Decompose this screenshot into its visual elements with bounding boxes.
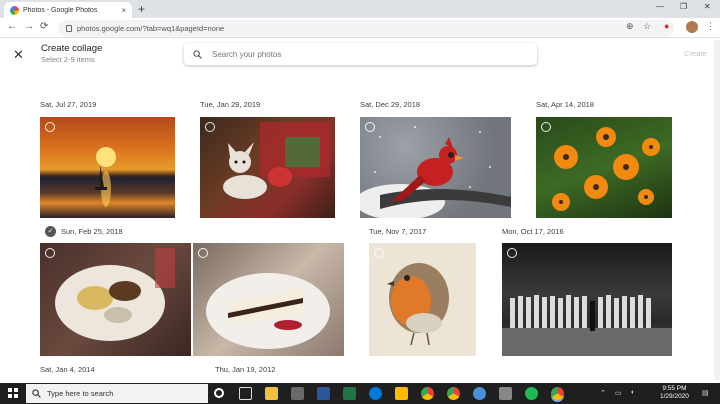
search-box[interactable]	[184, 43, 537, 65]
search-icon	[193, 49, 202, 59]
select-circle-icon[interactable]	[45, 122, 55, 132]
notifications-icon[interactable]: ▤	[702, 389, 709, 397]
date-heading: Sat, Jul 27, 2019	[40, 100, 97, 109]
browser-tab-strip: Photos - Google Photos × + — ❐ ✕	[0, 0, 720, 18]
photo-cardinal-snow[interactable]	[360, 117, 511, 218]
task-view-icon[interactable]	[239, 387, 252, 400]
clock-date: 1/29/2020	[660, 393, 689, 400]
windows-taskbar: Type here to search ⌃ ▭ ◖ 9:55 PM 1/29/2…	[0, 383, 720, 404]
forward-button[interactable]: →	[24, 21, 34, 32]
tab-close-icon[interactable]: ×	[121, 6, 126, 15]
network-icon[interactable]: ▭	[615, 389, 622, 397]
robin-image	[387, 263, 449, 346]
install-icon[interactable]: ⊕	[626, 21, 634, 32]
search-input[interactable]	[212, 49, 512, 59]
media-app-icon[interactable]	[265, 387, 278, 400]
browser-toolbar: ← → ⟳ photos.google.com/?tab=wq1&pageId=…	[0, 18, 720, 38]
sunset-image	[95, 147, 116, 207]
cortana-icon[interactable]	[214, 388, 224, 398]
select-circle-icon[interactable]	[45, 248, 55, 258]
edge-icon[interactable]	[369, 387, 382, 400]
window-close-button[interactable]: ✕	[704, 2, 711, 11]
photo-orange-flowers[interactable]	[536, 117, 672, 218]
tab-title: Photos - Google Photos	[23, 6, 98, 14]
reload-button[interactable]: ⟳	[40, 21, 48, 32]
date-heading: Sun, Feb 25, 2018	[61, 227, 123, 236]
date-heading: Sat, Apr 14, 2018	[536, 100, 594, 109]
photo-choir-stage[interactable]	[502, 243, 672, 356]
chrome-profile-icon[interactable]	[447, 387, 460, 400]
word-icon[interactable]	[317, 387, 330, 400]
search-icon	[32, 389, 41, 398]
screen: Photos - Google Photos × + — ❐ ✕ ← → ⟳ p…	[0, 0, 720, 404]
select-circle-icon[interactable]	[541, 122, 551, 132]
photo-cake-slice[interactable]	[193, 243, 344, 356]
date-heading: Sat, Dec 29, 2018	[360, 100, 421, 109]
back-button[interactable]: ←	[7, 21, 17, 32]
photo-dog-christmas[interactable]	[200, 117, 335, 218]
close-icon[interactable]: ✕	[13, 47, 24, 63]
window-maximize-button[interactable]: ❐	[680, 2, 687, 11]
clock-time: 9:55 PM	[662, 385, 687, 392]
tray-chevron-icon[interactable]: ⌃	[600, 389, 606, 397]
file-explorer-icon[interactable]	[395, 387, 408, 400]
window-minimize-button[interactable]: —	[656, 2, 664, 11]
page-title: Create collage	[41, 43, 103, 54]
flowers-image	[552, 127, 660, 211]
cake-image	[206, 273, 330, 349]
photo-sunset-sailboat[interactable]	[40, 117, 175, 218]
mail-app-icon[interactable]	[291, 387, 304, 400]
excel-icon[interactable]	[343, 387, 356, 400]
app-icon[interactable]	[473, 387, 486, 400]
lock-icon	[66, 24, 72, 32]
date-heading: Tue, Jan 29, 2019	[200, 100, 261, 109]
dog-image	[223, 122, 330, 199]
photo-robin-painting[interactable]	[369, 243, 476, 356]
volume-icon[interactable]: ◖	[630, 389, 634, 396]
create-button[interactable]: Create	[684, 49, 707, 58]
date-heading: Thu, Jan 19, 2012	[215, 365, 276, 374]
bookmark-star-icon[interactable]: ☆	[643, 21, 651, 32]
chrome-active-icon[interactable]	[551, 387, 564, 400]
cardinal-image	[360, 126, 511, 218]
group-checked-icon[interactable]: ✓	[45, 226, 56, 237]
select-circle-icon[interactable]	[374, 248, 384, 258]
page-subtitle: Select 2-9 items	[41, 55, 95, 64]
url-text: photos.google.com/?tab=wq1&pageId=none	[77, 23, 225, 33]
photo-dinner-plate[interactable]	[40, 243, 191, 356]
collage-header: ✕ Create collage Select 2-9 items Create	[0, 38, 720, 70]
date-heading: Mon, Oct 17, 2016	[502, 227, 564, 236]
system-clock[interactable]: 9:55 PM 1/29/2020	[660, 385, 689, 401]
select-circle-icon[interactable]	[205, 122, 215, 132]
browser-tab[interactable]: Photos - Google Photos ×	[4, 2, 132, 18]
windows-start-icon[interactable]	[8, 388, 18, 398]
app-icon[interactable]	[499, 387, 512, 400]
browser-menu-icon[interactable]: ⋮	[706, 21, 715, 32]
scrollbar[interactable]	[714, 40, 720, 380]
date-heading: Sat, Jan 4, 2014	[40, 365, 95, 374]
profile-avatar[interactable]	[686, 21, 698, 33]
address-bar[interactable]: photos.google.com/?tab=wq1&pageId=none	[58, 20, 674, 36]
taskbar-search-box[interactable]: Type here to search	[26, 384, 208, 403]
dinner-image	[55, 248, 175, 341]
taskbar-search-placeholder: Type here to search	[47, 389, 114, 398]
date-heading: Tue, Nov 7, 2017	[369, 227, 427, 236]
chrome-icon[interactable]	[421, 387, 434, 400]
select-circle-icon[interactable]	[507, 248, 517, 258]
spotify-icon[interactable]	[525, 387, 538, 400]
extension-icon[interactable]: ●	[664, 21, 669, 31]
choir-image	[502, 295, 672, 356]
new-tab-button[interactable]: +	[138, 2, 145, 16]
select-circle-icon[interactable]	[365, 122, 375, 132]
google-photos-favicon-icon	[10, 5, 19, 15]
select-circle-icon[interactable]	[198, 248, 208, 258]
